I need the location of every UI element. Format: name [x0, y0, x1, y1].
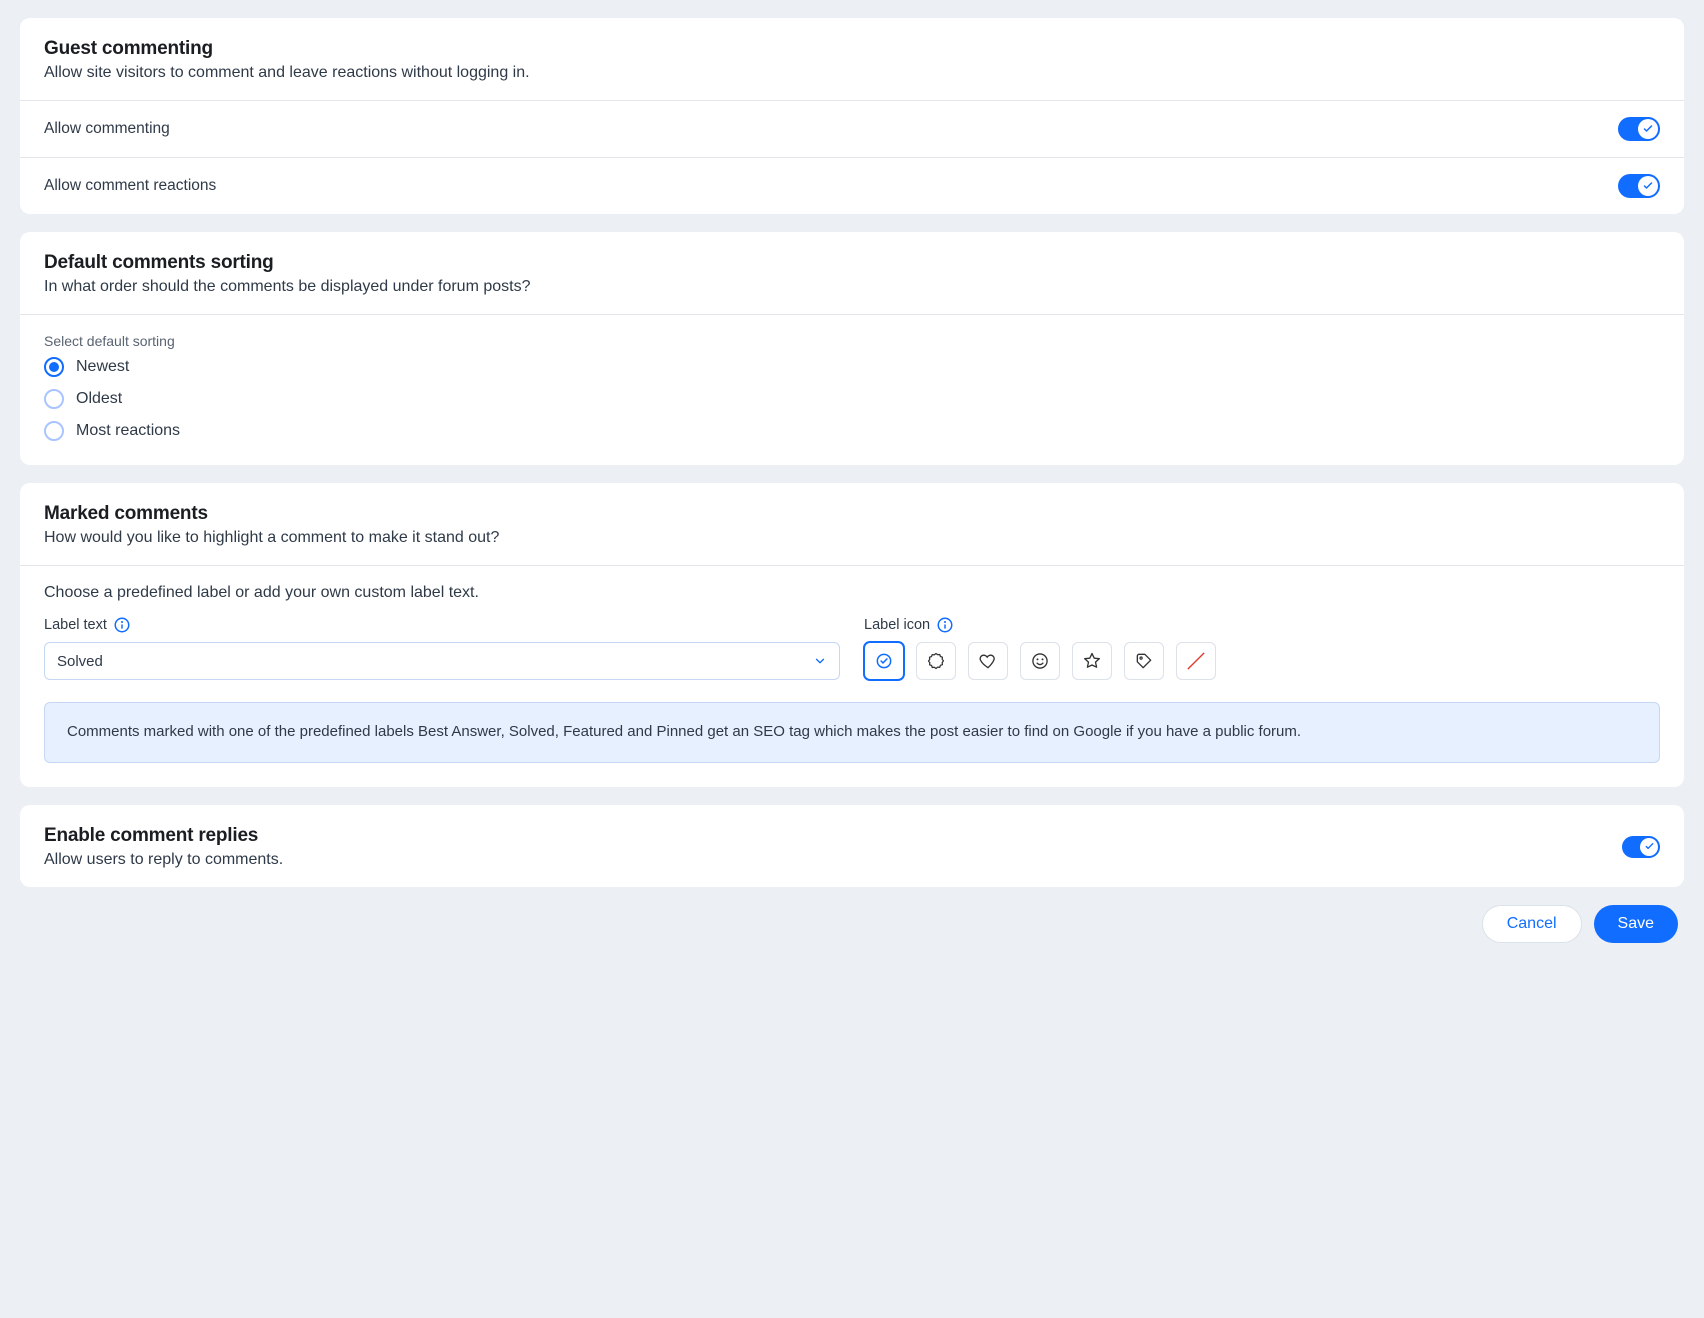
icon-choice-star[interactable] [1072, 642, 1112, 680]
default-sorting-header: Default comments sorting In what order s… [20, 232, 1684, 314]
toggle-knob [1638, 176, 1658, 196]
default-sorting-card: Default comments sorting In what order s… [20, 232, 1684, 465]
guest-commenting-title: Guest commenting [44, 38, 1660, 60]
radio-most-reactions[interactable]: Most reactions [44, 421, 1660, 441]
enable-replies-desc: Allow users to reply to comments. [44, 851, 283, 869]
radio-label: Oldest [76, 390, 122, 408]
radio-oldest[interactable]: Oldest [44, 389, 1660, 409]
radio-label: Newest [76, 358, 129, 376]
save-button[interactable]: Save [1594, 905, 1678, 943]
icon-choice-check-badge[interactable] [864, 642, 904, 680]
guest-commenting-desc: Allow site visitors to comment and leave… [44, 64, 1660, 82]
guest-commenting-header: Guest commenting Allow site visitors to … [20, 18, 1684, 100]
marked-comments-card: Marked comments How would you like to hi… [20, 483, 1684, 787]
icon-choice-ribbon-badge[interactable] [916, 642, 956, 680]
heart-icon [978, 651, 998, 671]
icon-choice-smiley[interactable] [1020, 642, 1060, 680]
label-icon-choices [864, 642, 1660, 680]
icon-choice-none[interactable] [1176, 642, 1216, 680]
default-sorting-title: Default comments sorting [44, 252, 1660, 274]
label-text-caption: Label text [44, 616, 840, 634]
allow-reactions-label: Allow comment reactions [44, 177, 216, 195]
label-icon-field: Label icon [864, 616, 1660, 680]
label-text-select[interactable]: Solved [44, 642, 840, 680]
info-icon[interactable] [113, 616, 131, 634]
smiley-icon [1030, 651, 1050, 671]
radio-circle [44, 357, 64, 377]
footer-actions: Cancel Save [20, 905, 1684, 943]
guest-commenting-card: Guest commenting Allow site visitors to … [20, 18, 1684, 214]
radio-circle [44, 389, 64, 409]
marked-comments-header: Marked comments How would you like to hi… [20, 483, 1684, 565]
allow-commenting-label: Allow commenting [44, 120, 170, 138]
radio-circle [44, 421, 64, 441]
radio-newest[interactable]: Newest [44, 357, 1660, 377]
default-sorting-desc: In what order should the comments be dis… [44, 278, 1660, 296]
enable-replies-toggle[interactable] [1622, 836, 1660, 858]
icon-choice-tag[interactable] [1124, 642, 1164, 680]
info-icon[interactable] [936, 616, 954, 634]
none-icon [1182, 647, 1210, 675]
chevron-down-icon [813, 654, 827, 668]
radio-label: Most reactions [76, 422, 180, 440]
label-text-field: Label text Solved [44, 616, 840, 680]
radio-dot [49, 362, 59, 372]
marked-comments-desc: How would you like to highlight a commen… [44, 529, 1660, 547]
toggle-knob [1640, 838, 1658, 856]
ribbon-badge-icon [926, 651, 946, 671]
marked-comments-body: Choose a predefined label or add your ow… [20, 565, 1684, 787]
allow-reactions-row: Allow comment reactions [20, 157, 1684, 214]
label-text-value: Solved [57, 653, 103, 670]
allow-commenting-toggle[interactable] [1618, 117, 1660, 141]
select-default-sorting-label: Select default sorting [44, 333, 1660, 349]
toggle-knob [1638, 119, 1658, 139]
choose-label-instruction: Choose a predefined label or add your ow… [44, 584, 1660, 602]
sorting-radio-group: Newest Oldest Most reactions [44, 357, 1660, 441]
allow-commenting-row: Allow commenting [20, 100, 1684, 157]
enable-replies-header: Enable comment replies Allow users to re… [20, 805, 1684, 887]
label-icon-caption: Label icon [864, 616, 1660, 634]
star-icon [1082, 651, 1102, 671]
marked-comments-title: Marked comments [44, 503, 1660, 525]
label-text-caption-text: Label text [44, 617, 107, 633]
enable-replies-title: Enable comment replies [44, 825, 283, 847]
check-badge-icon [874, 651, 894, 671]
tag-icon [1134, 651, 1154, 671]
enable-replies-card: Enable comment replies Allow users to re… [20, 805, 1684, 887]
seo-notice: Comments marked with one of the predefin… [44, 702, 1660, 763]
default-sorting-body: Select default sorting Newest Oldest Mos… [20, 314, 1684, 465]
check-icon [1642, 123, 1654, 135]
allow-reactions-toggle[interactable] [1618, 174, 1660, 198]
check-icon [1644, 841, 1655, 852]
cancel-button[interactable]: Cancel [1482, 905, 1582, 943]
check-icon [1642, 180, 1654, 192]
label-icon-caption-text: Label icon [864, 617, 930, 633]
icon-choice-heart[interactable] [968, 642, 1008, 680]
